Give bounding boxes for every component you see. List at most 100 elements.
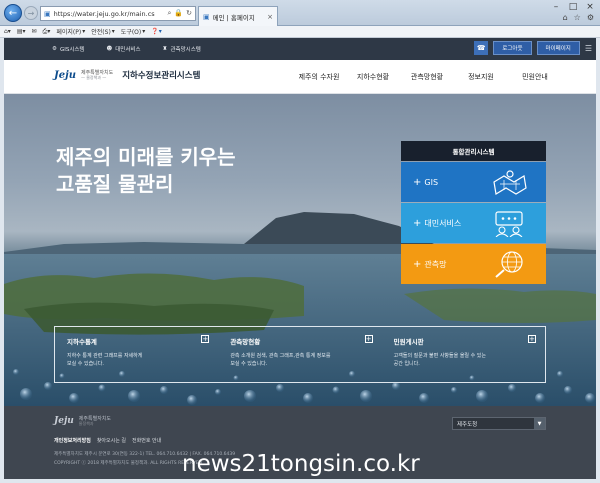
page-icon: ▣ [203,12,210,21]
chat-icon [495,211,523,237]
hero-section: 제주의 미래를 키우는 고품질 물관리 통합관리시스템 + GIS + 대민서비… [4,94,596,406]
user-icon: ☻ [106,46,113,52]
page-menu[interactable]: 페이지(P) ▾ [56,27,85,36]
main-nav: 제주의 수자원 지하수현황 관측망현황 정보지원 민원안내 [292,72,562,82]
nav-water-resources[interactable]: 제주의 수자원 [292,72,346,82]
mail-icon[interactable]: ✉ [32,28,37,35]
site-title: 지하수정보관리시스템 [122,71,201,81]
info-civil-board[interactable]: 민원게시판 고객들의 질문과 불편 사항들을 올릴 수 있는 공간 입니다. + [382,327,545,382]
select-value: 제주도청 [457,421,478,428]
info-desc: 지하수 통계 관련 그래프를 자세하게 보실 수 있습니다. [67,352,208,368]
info-title: 관측망현황 [230,338,261,346]
address-text[interactable]: https://water.jeju.go.kr/main.cs [54,10,165,18]
panel-title: 통합관리시스템 [401,141,546,161]
quick-info-box: 지하수통계 지하수 통계 관련 그래프를 자세하게 보실 수 있습니다. + 관… [54,326,546,383]
command-bar: ⌂▾ ▤▾ ✉ ⎙▾ 페이지(P) ▾ 안전(S) ▾ 도구(O) ▾ ❓▾ [0,26,600,38]
back-button[interactable]: ← [4,4,22,22]
info-desc-line: 공간 입니다. [393,361,420,367]
footer-links: 개인정보처리방침 찾아오시는 길 전화번호 안내 [54,437,161,444]
maximize-button[interactable]: □ [567,2,579,12]
jeju-logo: Jeju [54,69,76,81]
chevron-down-icon: ▼ [534,418,545,429]
hero-title-line2: 고품질 물관리 [56,172,174,196]
info-desc-line: 지하수 통계 관련 그래프를 자세하게 [67,353,143,359]
civil-service-button[interactable]: + 대민서비스 [401,203,546,243]
close-button[interactable]: × [584,2,596,12]
arrow-right-icon: → [27,8,35,18]
phone-guide-link[interactable]: 전화번호 안내 [132,437,161,444]
logout-button[interactable]: 로그아웃 [493,41,532,55]
tools-menu[interactable]: 도구(O) ▾ [121,27,145,36]
star-icon[interactable]: ☆ [574,13,581,22]
hero-title-line1: 제주의 미래를 키우는 [56,145,236,169]
map-icon [493,170,527,195]
address-bar[interactable]: ▣ https://water.jeju.go.kr/main.cs ⌕ 🔒 ↻ [40,6,196,21]
plus-icon: + [413,217,422,229]
nav-groundwater-status[interactable]: 지하수현황 [346,72,400,82]
observation-network-button[interactable]: + 관측망 [401,244,546,284]
plus-icon: + [413,258,422,270]
info-desc-line: 보실 수 있습니다. [230,361,268,367]
org-sub: — 물정책과 — [80,74,107,80]
jeju-logo: Jeju [54,416,74,427]
integrated-system-panel: 통합관리시스템 + GIS + 대민서비스 + 관측망 [401,141,546,284]
org-block: 제주특별자치도 — 물정책과 — [81,70,113,81]
civil-service-label: 대민서비스 [424,218,462,228]
gear-icon[interactable]: ⚙ [587,13,594,22]
org-sub: 물정책과 [78,421,94,426]
print-icon[interactable]: ⎙▾ [43,28,51,36]
util-observation-label: 관측망시스템 [170,47,201,53]
nav-info-support[interactable]: 정보지원 [454,72,508,82]
util-gis-link[interactable]: ⚙ GIS시스템 [52,45,85,53]
info-observation-status[interactable]: 관측망현황 관측 소개원 검색, 관측 그래프,관측 통계 정보를 보실 수 있… [218,327,381,382]
related-sites-select[interactable]: 제주도청 ▼ [452,417,546,430]
globe-search-icon [495,251,523,278]
gis-label: GIS [424,177,439,187]
info-groundwater-stats[interactable]: 지하수통계 지하수 통계 관련 그래프를 자세하게 보실 수 있습니다. + [55,327,218,382]
headset-icon[interactable]: ☎ [474,41,489,55]
feed-icon[interactable]: ▤▾ [17,28,26,35]
safety-menu[interactable]: 안전(S) ▾ [91,27,115,36]
home-icon[interactable]: ⌂ [563,13,568,22]
search-icon[interactable]: ⌕ [167,9,171,18]
watermark-text: news21tongsin.co.kr [182,451,420,477]
util-gis-label: GIS시스템 [59,47,85,53]
org-block: 제주특별자치도 물정책과 [79,416,111,427]
observation-label: 관측망 [424,259,447,269]
forward-button[interactable]: → [24,6,38,20]
directions-link[interactable]: 찾아오시는 길 [97,437,126,444]
arrow-left-icon: ← [8,7,18,19]
info-desc-line: 고객들의 질문과 불편 사항들을 올릴 수 있는 [393,353,486,359]
nav-civil-guide[interactable]: 민원안내 [508,72,562,82]
site-logo[interactable]: Jeju 제주특별자치도 — 물정책과 — 지하수정보관리시스템 [54,69,201,82]
plus-icon[interactable]: + [364,335,373,343]
refresh-icon[interactable]: ↻ [186,9,192,18]
minimize-button[interactable]: – [550,2,562,12]
plus-icon: + [413,176,422,188]
info-title: 민원게시판 [393,338,424,346]
info-desc: 관측 소개원 검색, 관측 그래프,관측 통계 정보를 보실 수 있습니다. [230,352,371,368]
privacy-policy-link[interactable]: 개인정보처리방침 [54,437,91,444]
footer-logo: Jeju 제주특별자치도 물정책과 [54,416,111,427]
mypage-button[interactable]: 마이페이지 [536,41,580,55]
home-icon[interactable]: ⌂▾ [4,28,11,35]
close-tab-icon[interactable]: × [267,13,273,21]
info-title: 지하수통계 [67,338,97,346]
plus-icon[interactable]: + [201,335,210,343]
lock-icon[interactable]: 🔒 [174,9,183,18]
util-service-link[interactable]: ☻ 대민서비스 [107,45,141,53]
utility-bar: ⚙ GIS시스템 ☻ 대민서비스 ♜ 관측망시스템 ☎ 로그아웃 마이페이지 ☰ [4,38,596,60]
util-observation-link[interactable]: ♜ 관측망시스템 [163,45,201,53]
site-header: Jeju 제주특별자치도 — 물정책과 — 지하수정보관리시스템 제주의 수자원… [4,60,596,94]
browser-tab[interactable]: ▣ 메인 | 홈페이지 × [198,6,278,26]
page-icon: ▣ [44,9,51,18]
plus-icon[interactable]: + [527,335,536,343]
gear-icon: ⚙ [52,46,57,52]
gis-system-button[interactable]: + GIS [401,162,546,202]
util-service-label: 대민서비스 [115,47,141,53]
help-icon[interactable]: ❓▾ [151,28,161,35]
building-icon: ♜ [162,46,168,52]
nav-observation-status[interactable]: 관측망현황 [400,72,454,82]
menu-icon[interactable]: ☰ [585,44,592,53]
browser-titlebar: ← → ▣ https://water.jeju.go.kr/main.cs ⌕… [0,0,600,26]
